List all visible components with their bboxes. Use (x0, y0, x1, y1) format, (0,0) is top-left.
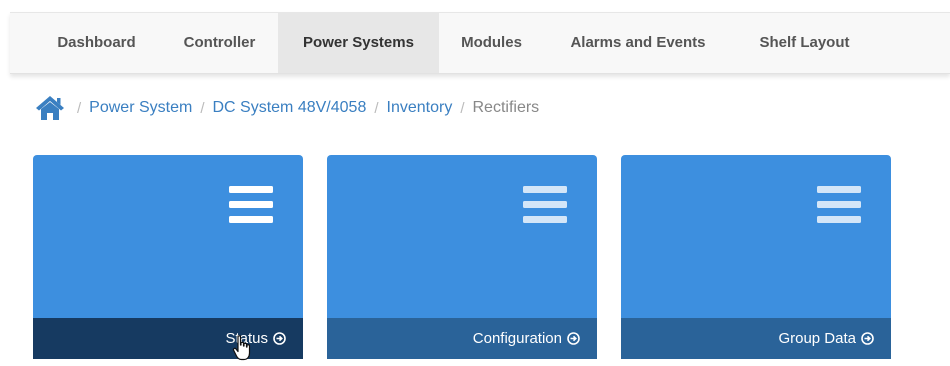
breadcrumb-power-system[interactable]: Power System (89, 99, 192, 117)
configuration-card-footer[interactable]: Configuration (327, 318, 597, 359)
breadcrumb-separator: / (460, 99, 465, 117)
home-icon[interactable] (35, 95, 65, 121)
circle-arrow-right-icon (273, 332, 286, 345)
group-data-card-footer[interactable]: Group Data (621, 318, 891, 359)
circle-arrow-right-icon (567, 332, 580, 345)
tab-power-systems[interactable]: Power Systems (278, 13, 439, 73)
group-data-card[interactable]: Group Data (621, 155, 891, 359)
breadcrumb-separator: / (200, 99, 205, 117)
breadcrumb-separator: / (77, 99, 82, 117)
tab-modules[interactable]: Modules (439, 13, 544, 73)
tab-controller[interactable]: Controller (161, 13, 278, 73)
tab-shelf-layout[interactable]: Shelf Layout (732, 13, 877, 73)
breadcrumb-separator: / (374, 99, 379, 117)
breadcrumb-inventory[interactable]: Inventory (387, 99, 453, 117)
tab-dashboard[interactable]: Dashboard (34, 13, 159, 73)
status-card-label: Status (225, 330, 268, 347)
menu-icon (817, 186, 861, 224)
circle-arrow-right-icon (861, 332, 874, 345)
tab-alarms-and-events[interactable]: Alarms and Events (544, 13, 732, 73)
menu-icon (523, 186, 567, 224)
breadcrumb-dc-system[interactable]: DC System 48V/4058 (212, 99, 366, 117)
menu-icon (229, 186, 273, 224)
breadcrumb-rectifiers: Rectifiers (472, 99, 540, 116)
breadcrumb: / Power System / DC System 48V/4058 / In… (35, 92, 539, 124)
status-card-footer[interactable]: Status (33, 318, 303, 359)
status-card[interactable]: Status (33, 155, 303, 359)
configuration-card[interactable]: Configuration (327, 155, 597, 359)
group-data-card-label: Group Data (778, 330, 856, 347)
top-navbar: Dashboard Controller Power Systems Modul… (10, 12, 950, 74)
configuration-card-label: Configuration (472, 330, 562, 347)
